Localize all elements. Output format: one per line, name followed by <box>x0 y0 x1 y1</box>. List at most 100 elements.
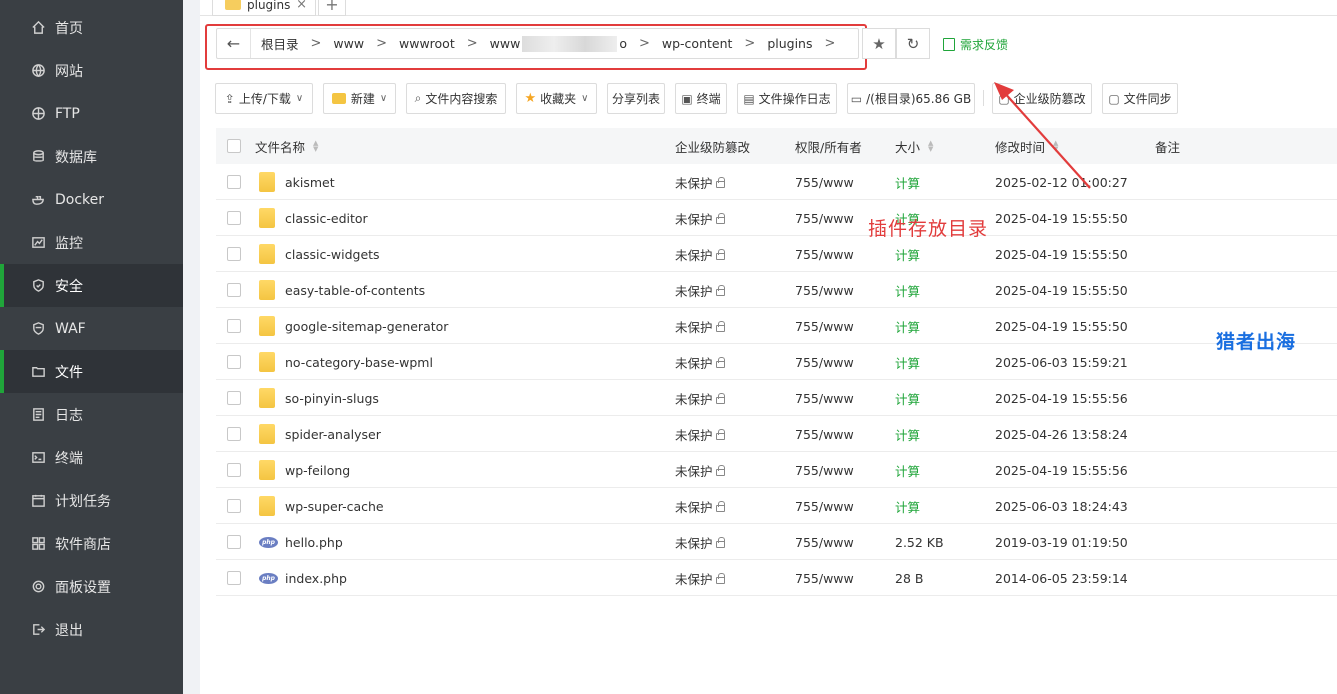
perm-cell[interactable]: 755/www <box>795 200 854 236</box>
close-icon[interactable]: × <box>296 0 307 12</box>
file-name-cell[interactable]: akismet <box>259 164 335 200</box>
new-button[interactable]: 新建 ∨ <box>323 83 396 114</box>
column-header-name[interactable]: 文件名称 ▲ ▼ <box>255 128 318 164</box>
tamper-cell[interactable]: 未保护 <box>675 524 725 560</box>
breadcrumb-item[interactable]: www o > <box>490 35 662 52</box>
table-row[interactable]: akismet 未保护 755/www 计算 2025-02-12 01:00:27 <box>216 164 1337 200</box>
size-cell[interactable]: 计算 <box>895 380 920 416</box>
permission[interactable]: 755/www <box>795 391 854 406</box>
file-name[interactable]: classic-editor <box>285 211 368 226</box>
size-cell[interactable]: 计算 <box>895 164 920 200</box>
disk-button[interactable]: ▭/(根目录)65.86 GB <box>847 83 975 114</box>
sidebar-item-docker[interactable]: Docker <box>0 178 183 221</box>
file-name-cell[interactable]: wp-feilong <box>259 452 350 488</box>
tamper-cell[interactable]: 未保护 <box>675 488 725 524</box>
file-name[interactable]: classic-widgets <box>285 247 380 262</box>
file-name-cell[interactable]: classic-editor <box>259 200 368 236</box>
file-name[interactable]: index.php <box>285 571 347 586</box>
terminal-button[interactable]: ▣ 终端 <box>675 83 727 114</box>
permission[interactable]: 755/www <box>795 283 854 298</box>
sidebar-item-terminal[interactable]: 终端 <box>0 436 183 479</box>
size-cell[interactable]: 计算 <box>895 416 920 452</box>
sidebar-item-logout[interactable]: 退出 <box>0 608 183 651</box>
lock-icon[interactable] <box>715 320 725 332</box>
row-checkbox[interactable] <box>227 355 241 369</box>
file-name-cell[interactable]: easy-table-of-contents <box>259 272 425 308</box>
permission[interactable]: 755/www <box>795 427 854 442</box>
tamper-cell[interactable]: 未保护 <box>675 272 725 308</box>
permission[interactable]: 755/www <box>795 571 854 586</box>
file-name-cell[interactable]: no-category-base-wpml <box>259 344 433 380</box>
refresh-button[interactable]: ↻ <box>896 28 930 59</box>
breadcrumb-item[interactable]: www > <box>333 36 399 51</box>
lock-icon[interactable] <box>715 536 725 548</box>
table-row[interactable]: no-category-base-wpml 未保护 755/www 计算 2025-06… <box>216 344 1337 380</box>
tamper-cell[interactable]: 未保护 <box>675 380 725 416</box>
table-row[interactable]: php index.php 未保护 755/www 28 B 2014-06-05 23:… <box>216 560 1337 596</box>
permission[interactable]: 755/www <box>795 499 854 514</box>
row-checkbox[interactable] <box>227 499 241 513</box>
sidebar-item-settings[interactable]: 面板设置 <box>0 565 183 608</box>
tamper-cell[interactable]: 未保护 <box>675 416 725 452</box>
file-name-cell[interactable]: spider-analyser <box>259 416 381 452</box>
lock-icon[interactable] <box>715 464 725 476</box>
file-name-cell[interactable]: classic-widgets <box>259 236 380 272</box>
row-checkbox[interactable] <box>227 463 241 477</box>
perm-cell[interactable]: 755/www <box>795 524 854 560</box>
share-list-button[interactable]: 分享列表 <box>607 83 665 114</box>
row-checkbox[interactable] <box>227 175 241 189</box>
perm-cell[interactable]: 755/www <box>795 236 854 272</box>
permission[interactable]: 755/www <box>795 463 854 478</box>
table-row[interactable]: classic-editor 未保护 755/www 计算 2025-04-19 15:… <box>216 200 1337 236</box>
table-row[interactable]: classic-widgets 未保护 755/www 计算 2025-04-19 15… <box>216 236 1337 272</box>
perm-cell[interactable]: 755/www <box>795 308 854 344</box>
perm-cell[interactable]: 755/www <box>795 560 854 596</box>
size-cell[interactable]: 计算 <box>895 452 920 488</box>
file-name-cell[interactable]: google-sitemap-generator <box>259 308 448 344</box>
sidebar-item-database[interactable]: 数据库 <box>0 135 183 178</box>
size-cell[interactable]: 计算 <box>895 272 920 308</box>
lock-icon[interactable] <box>715 248 725 260</box>
file-name-cell[interactable]: php index.php <box>259 560 347 596</box>
file-name[interactable]: wp-feilong <box>285 463 350 478</box>
lock-icon[interactable] <box>715 212 725 224</box>
table-row[interactable]: spider-analyser 未保护 755/www 计算 2025-04-26 13… <box>216 416 1337 452</box>
file-sync-button[interactable]: ▢ 文件同步 <box>1102 83 1178 114</box>
sidebar-item-logs[interactable]: 日志 <box>0 393 183 436</box>
table-row[interactable]: php hello.php 未保护 755/www 2.52 KB 2019-03-19 … <box>216 524 1337 560</box>
sidebar-item-waf[interactable]: WAF <box>0 307 183 350</box>
row-checkbox[interactable] <box>227 391 241 405</box>
perm-cell[interactable]: 755/www <box>795 416 854 452</box>
size-cell[interactable]: 计算 <box>895 236 920 272</box>
size-cell[interactable]: 计算 <box>895 308 920 344</box>
lock-icon[interactable] <box>715 176 725 188</box>
file-name-cell[interactable]: wp-super-cache <box>259 488 384 524</box>
table-row[interactable]: easy-table-of-contents 未保护 755/www 计算 2025-0… <box>216 272 1337 308</box>
lock-icon[interactable] <box>715 356 725 368</box>
sidebar-item-store[interactable]: 软件商店 <box>0 522 183 565</box>
size-cell[interactable]: 计算 <box>895 344 920 380</box>
row-checkbox[interactable] <box>227 211 241 225</box>
sidebar-item-files[interactable]: 文件 <box>0 350 183 393</box>
perm-cell[interactable]: 755/www <box>795 272 854 308</box>
permission[interactable]: 755/www <box>795 535 854 550</box>
tab-plugins[interactable]: plugins × <box>212 0 316 16</box>
file-name[interactable]: so-pinyin-slugs <box>285 391 379 406</box>
operation-log-button[interactable]: ▤ 文件操作日志 <box>737 83 837 114</box>
table-row[interactable]: so-pinyin-slugs 未保护 755/www 计算 2025-04-19 15… <box>216 380 1337 416</box>
lock-icon[interactable] <box>715 392 725 404</box>
perm-cell[interactable]: 755/www <box>795 380 854 416</box>
table-row[interactable]: wp-feilong 未保护 755/www 计算 2025-04-19 15:55:5… <box>216 452 1337 488</box>
lock-icon[interactable] <box>715 500 725 512</box>
back-button[interactable]: ← <box>217 29 251 58</box>
tamper-cell[interactable]: 未保护 <box>675 308 725 344</box>
breadcrumb-item[interactable]: 根目录 > <box>261 34 333 53</box>
tamper-cell[interactable]: 未保护 <box>675 236 725 272</box>
perm-cell[interactable]: 755/www <box>795 452 854 488</box>
row-checkbox[interactable] <box>227 571 241 585</box>
feedback-link[interactable]: 需求反馈 <box>943 36 1008 53</box>
file-name[interactable]: google-sitemap-generator <box>285 319 448 334</box>
row-checkbox[interactable] <box>227 283 241 297</box>
row-checkbox[interactable] <box>227 319 241 333</box>
breadcrumb-item[interactable]: wp-content > <box>662 36 767 51</box>
